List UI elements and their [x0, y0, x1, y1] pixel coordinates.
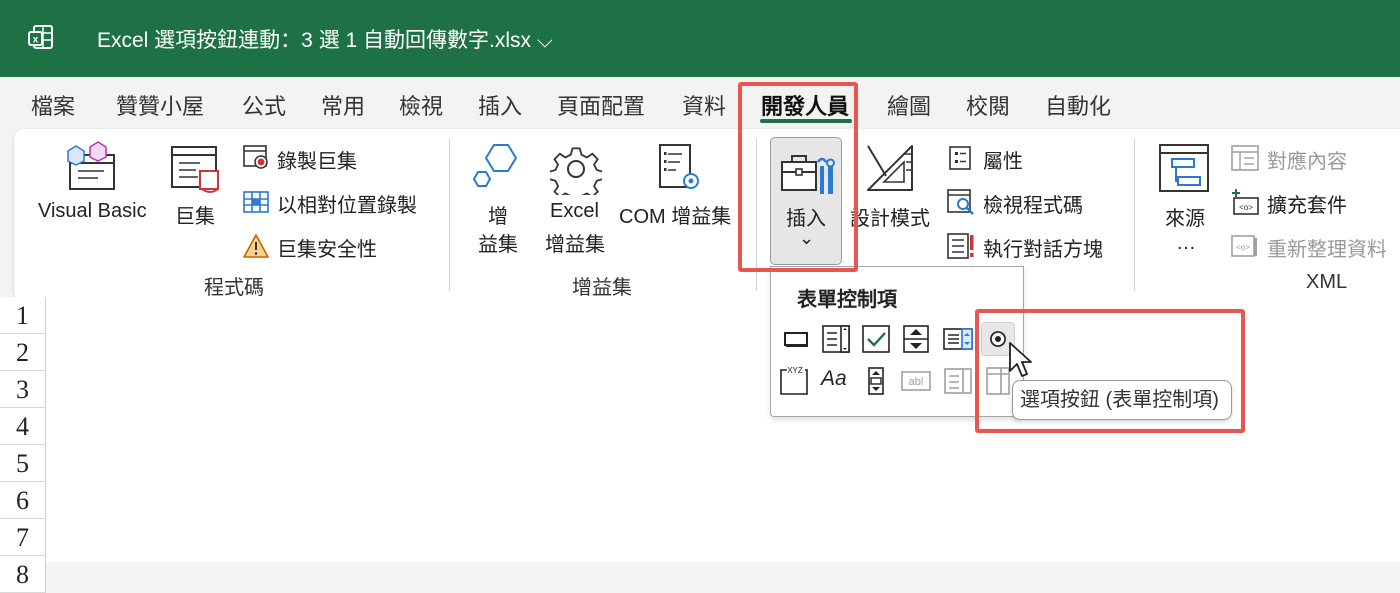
option-button-tooltip: 選項按鈕 (表單控制項)	[1012, 380, 1232, 420]
worksheet-grid[interactable]: 1 2 3 4 5 6 7 8	[0, 297, 1400, 593]
group-separator	[1134, 139, 1135, 291]
view-code-icon	[947, 189, 974, 215]
text-field-control-icon: abl	[901, 371, 931, 391]
svg-text:<o>: <o>	[1236, 243, 1250, 252]
run-dialog-button[interactable]: 執行對話方塊	[983, 233, 1103, 262]
group-separator	[756, 139, 757, 291]
row-header[interactable]: 4	[0, 408, 46, 445]
excel-icon[interactable]: x	[27, 23, 55, 51]
add-ins-icon	[472, 144, 518, 187]
visual-basic-icon	[67, 141, 115, 190]
toolbox-icon	[781, 155, 835, 194]
macros-icon	[171, 146, 219, 193]
tab-developer[interactable]: 開發人員	[761, 89, 849, 121]
document-title-text: Excel 選項按鈕連動：3 選 1 自動回傳數字.xlsx	[97, 29, 532, 52]
mouse-cursor-icon	[1009, 342, 1032, 377]
xml-source-icon	[1159, 144, 1209, 192]
design-mode-button[interactable]: 設計模式	[850, 202, 930, 231]
add-ins-label-line2[interactable]: 益集	[478, 228, 518, 257]
refresh-data-icon: <o>	[1231, 235, 1257, 257]
properties-icon	[949, 146, 971, 170]
tab-formulas[interactable]: 公式	[242, 89, 286, 121]
form-controls-dropdown: 表單控制項 XYZ Aa abl	[770, 266, 1024, 417]
relative-reference-icon	[243, 191, 269, 213]
visual-basic-button[interactable]: Visual Basic	[38, 200, 147, 223]
map-properties-icon	[1231, 145, 1259, 171]
tab-zanzan[interactable]: 贊贊小屋	[116, 89, 204, 121]
com-add-ins-button[interactable]: COM 增益集	[619, 200, 731, 229]
label-control-icon[interactable]: Aa	[821, 367, 847, 391]
row-header[interactable]: 5	[0, 445, 46, 482]
checkbox-control-icon[interactable]	[859, 322, 893, 356]
expansion-packs-icon: <o>	[1232, 189, 1259, 215]
com-add-ins-icon	[659, 144, 699, 189]
button-control-icon[interactable]	[779, 322, 813, 356]
view-code-button[interactable]: 檢視程式碼	[983, 189, 1083, 218]
warning-icon	[243, 234, 269, 258]
row-header[interactable]: 7	[0, 519, 46, 556]
run-dialog-icon	[947, 233, 974, 259]
xml-group-label: XML	[1306, 271, 1348, 293]
row-header[interactable]: 2	[0, 334, 46, 371]
chevron-down-icon: ⌵	[537, 29, 553, 52]
list-box-control-icon[interactable]	[941, 322, 975, 356]
record-macro-button[interactable]: 錄製巨集	[277, 145, 357, 174]
tab-draw[interactable]: 繪圖	[887, 89, 931, 121]
tab-automate[interactable]: 自動化	[1045, 89, 1111, 121]
insert-control-label: 插入	[786, 208, 826, 230]
form-controls-title: 表單控制項	[797, 289, 897, 311]
row-header[interactable]: 1	[0, 297, 46, 334]
add-ins-label-line1[interactable]: 增	[488, 200, 508, 229]
tab-view[interactable]: 檢視	[399, 89, 443, 121]
group-box-control-icon[interactable]: XYZ	[777, 364, 811, 398]
spin-button-control-icon[interactable]	[899, 322, 933, 356]
ribbon-tabs: 檔案 贊贊小屋 公式 常用 檢視 插入 頁面配置 資料 開發人員 繪圖 校閱 自…	[0, 77, 1400, 129]
properties-button[interactable]: 屬性	[983, 145, 1023, 174]
refresh-data-button[interactable]: 重新整理資料	[1267, 233, 1387, 262]
group-separator	[449, 139, 450, 291]
relative-reference-button[interactable]: 以相對位置錄製	[277, 189, 417, 218]
row-header[interactable]: 3	[0, 371, 46, 408]
text-field-label: abl	[909, 376, 924, 388]
row-header[interactable]: 6	[0, 482, 46, 519]
tab-data[interactable]: 資料	[682, 89, 726, 121]
combo-list-edit-control-icon	[944, 368, 972, 394]
xml-source-label-line1[interactable]: 來源	[1165, 202, 1205, 231]
combo-box-control-icon[interactable]	[819, 322, 853, 356]
add-ins-group-label: 增益集	[572, 277, 632, 299]
record-macro-icon	[243, 145, 268, 169]
macro-security-button[interactable]: 巨集安全性	[277, 233, 377, 262]
macros-button[interactable]: 巨集	[175, 200, 215, 229]
tab-insert[interactable]: 插入	[478, 89, 522, 121]
tab-page-layout[interactable]: 頁面配置	[557, 89, 645, 121]
scroll-bar-control-icon[interactable]	[859, 364, 893, 398]
chevron-down-icon: ⌄	[799, 228, 815, 248]
gear-icon	[550, 147, 602, 195]
code-group-label: 程式碼	[204, 277, 264, 299]
excel-add-ins-label-line1[interactable]: Excel	[550, 200, 599, 223]
active-tab-indicator	[760, 119, 852, 123]
svg-text:x: x	[33, 35, 39, 46]
design-mode-icon	[867, 145, 913, 191]
svg-text:<o>: <o>	[1239, 203, 1253, 212]
map-properties-button[interactable]: 對應內容	[1267, 145, 1347, 174]
document-title[interactable]: Excel 選項按鈕連動：3 選 1 自動回傳數字.xlsx ⌵	[97, 24, 553, 54]
tab-home[interactable]: 常用	[321, 89, 365, 121]
group-box-label: XYZ	[787, 366, 803, 375]
tab-review[interactable]: 校閱	[966, 89, 1010, 121]
expansion-packs-button[interactable]: 擴充套件	[1267, 189, 1347, 218]
xml-source-label-line2[interactable]: …	[1176, 232, 1196, 255]
title-bar: x Excel 選項按鈕連動：3 選 1 自動回傳數字.xlsx ⌵	[0, 0, 1400, 77]
tab-file[interactable]: 檔案	[31, 89, 75, 121]
excel-add-ins-label-line2[interactable]: 增益集	[545, 228, 605, 257]
